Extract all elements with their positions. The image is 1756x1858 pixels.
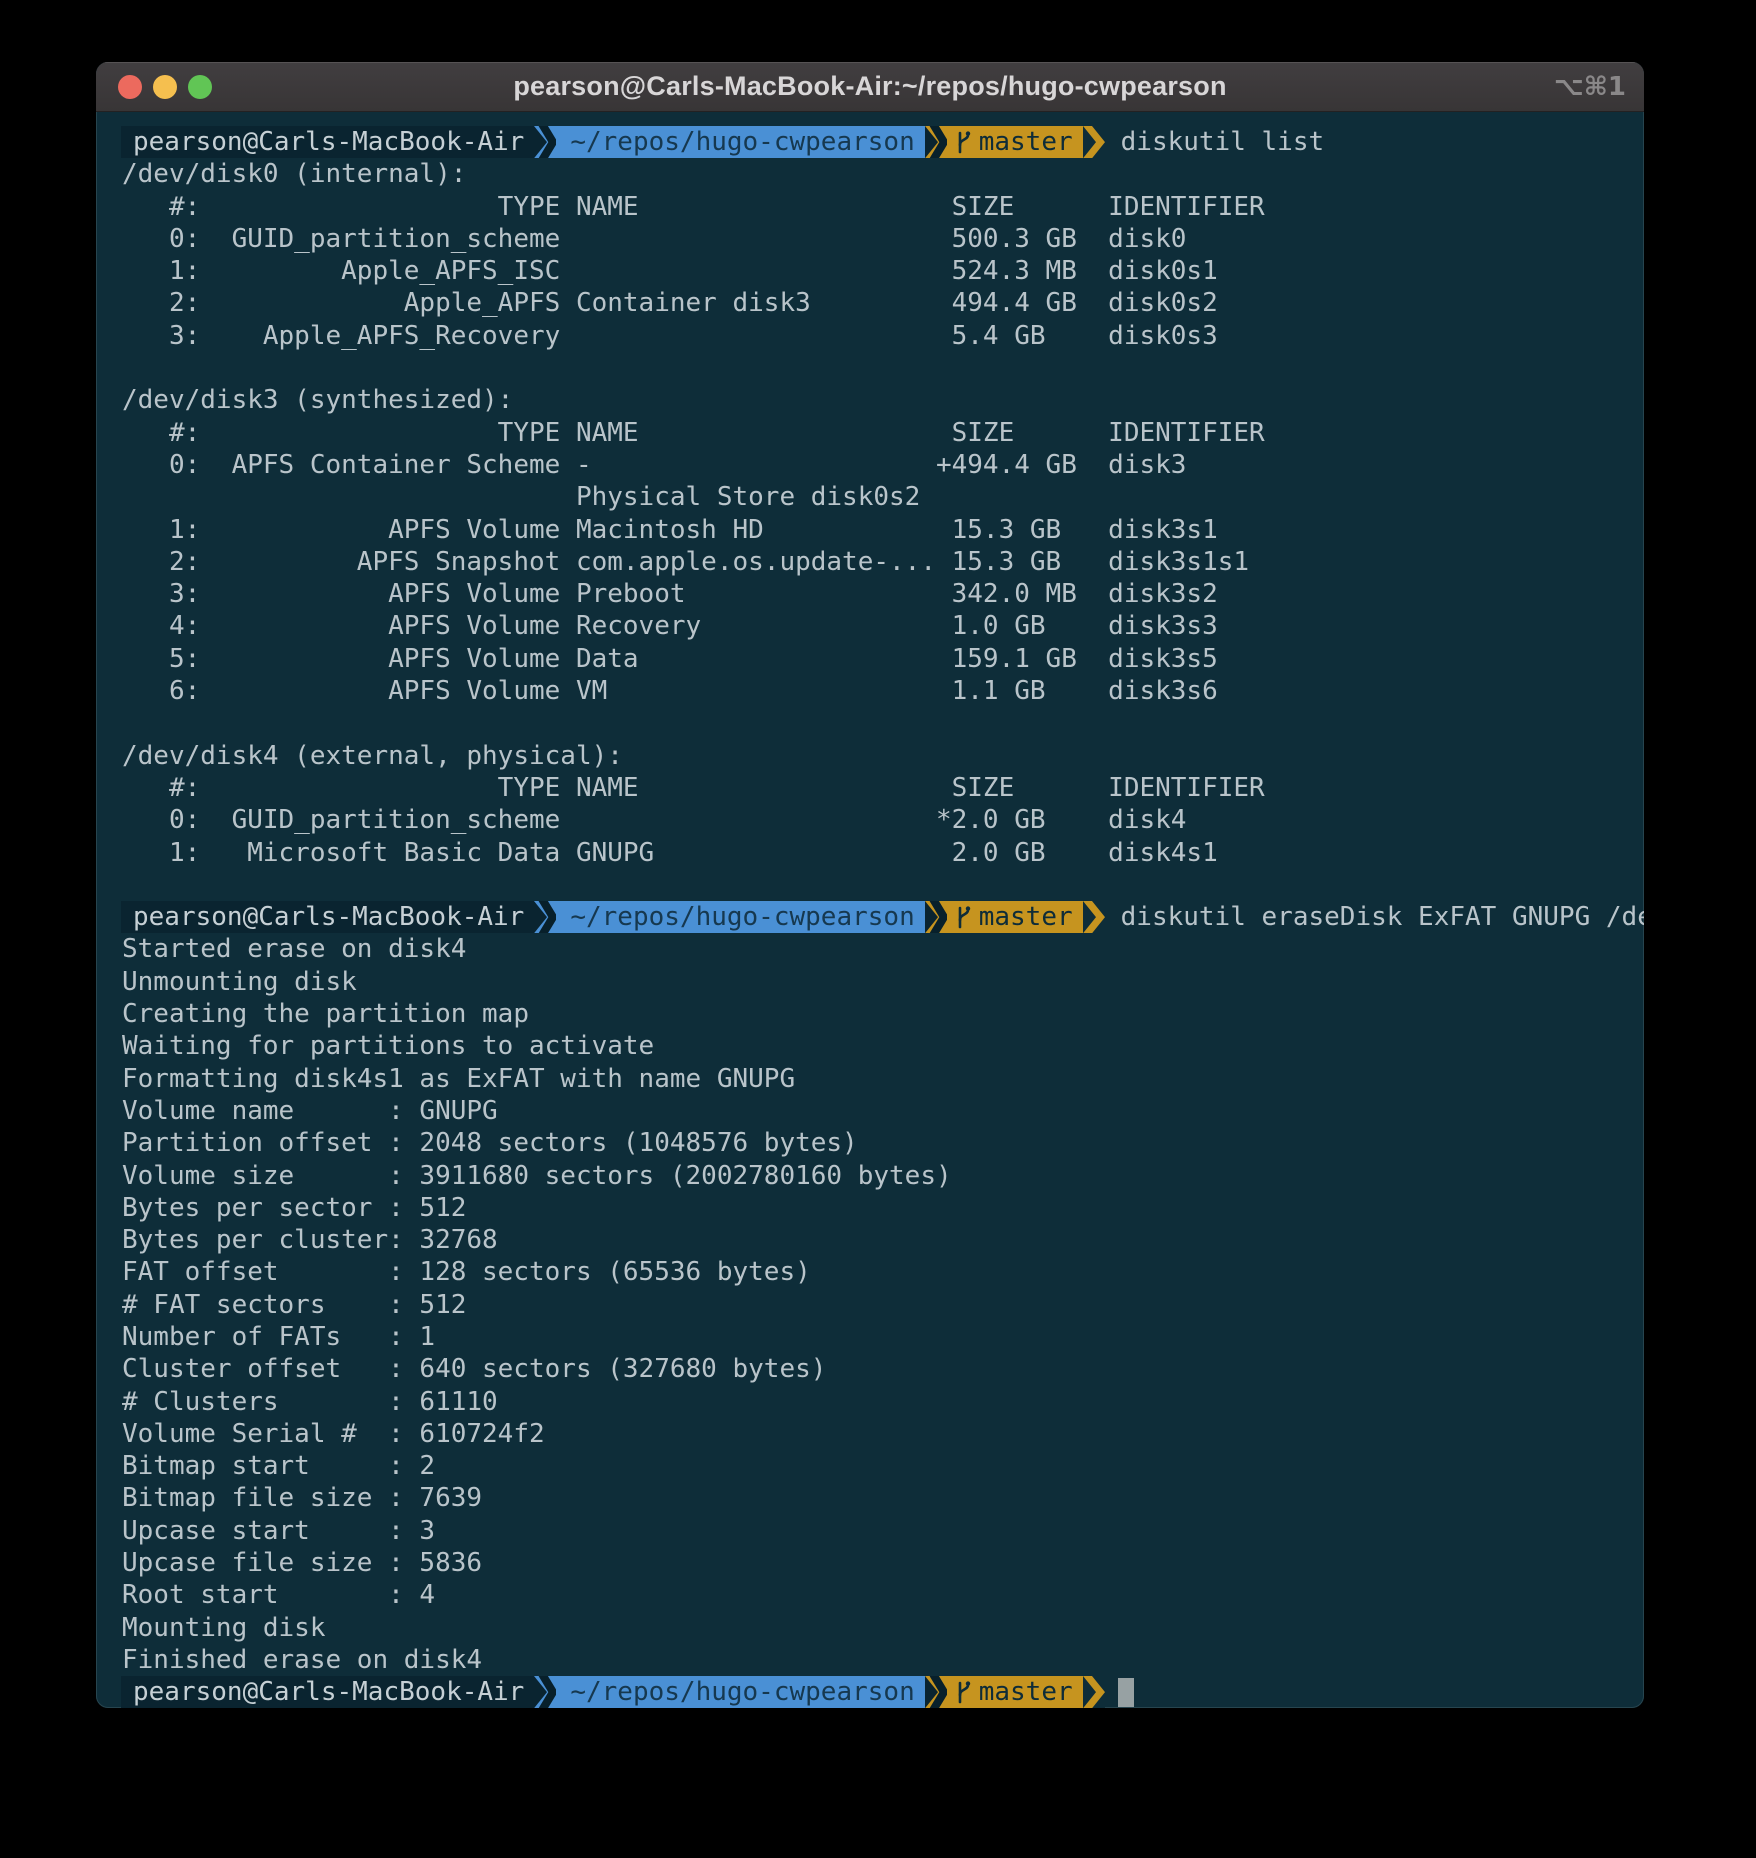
terminal-line: Volume name : GNUPG: [96, 1095, 1644, 1127]
terminal-line: Creating the partition map: [96, 998, 1644, 1030]
command-text: diskutil list: [1105, 126, 1325, 158]
terminal-line: #: TYPE NAME SIZE IDENTIFIER: [96, 191, 1644, 223]
terminal-line: 2: APFS Snapshot com.apple.os.update-...…: [96, 546, 1644, 578]
terminal-line: Waiting for partitions to activate: [96, 1030, 1644, 1062]
prompt-git-branch: master: [947, 126, 1083, 158]
terminal-window: pearson@Carls-MacBook-Air:~/repos/hugo-c…: [96, 62, 1644, 1708]
terminal-line: #: TYPE NAME SIZE IDENTIFIER: [96, 772, 1644, 804]
powerline-separator-icon: [534, 126, 556, 158]
command-text: diskutil eraseDisk ExFAT GNUPG /dev/disk…: [1105, 901, 1644, 933]
terminal-output[interactable]: pearson@Carls-MacBook-Air ~/repos/hugo-cw…: [96, 112, 1644, 1708]
powerline-separator-icon: [925, 901, 947, 933]
terminal-line: Cluster offset : 640 sectors (327680 byt…: [96, 1353, 1644, 1385]
terminal-line: Upcase start : 3: [96, 1515, 1644, 1547]
terminal-line: /dev/disk4 (external, physical):: [96, 740, 1644, 772]
prompt-line: pearson@Carls-MacBook-Air ~/repos/hugo-cw…: [96, 126, 1644, 158]
terminal-line: Formatting disk4s1 as ExFAT with name GN…: [96, 1063, 1644, 1095]
terminal-line: Partition offset : 2048 sectors (1048576…: [96, 1127, 1644, 1159]
powerline-separator-icon: [925, 1676, 947, 1708]
prompt-line: pearson@Carls-MacBook-Air ~/repos/hugo-cw…: [96, 1676, 1644, 1708]
prompt-cwd: ~/repos/hugo-cwpearson: [556, 901, 924, 933]
terminal-line: 1: Apple_APFS_ISC 524.3 MB disk0s1: [96, 255, 1644, 287]
terminal-line: Mounting disk: [96, 1612, 1644, 1644]
terminal-line: FAT offset : 128 sectors (65536 bytes): [96, 1256, 1644, 1288]
powerline-separator-icon: [1083, 1676, 1105, 1708]
prompt-cwd: ~/repos/hugo-cwpearson: [556, 126, 924, 158]
terminal-line: 3: APFS Volume Preboot 342.0 MB disk3s2: [96, 578, 1644, 610]
git-branch-label: master: [979, 1676, 1073, 1708]
terminal-line: 0: GUID_partition_scheme 500.3 GB disk0: [96, 223, 1644, 255]
terminal-line: /dev/disk0 (internal):: [96, 158, 1644, 190]
prompt-git-branch: master: [947, 1676, 1083, 1708]
terminal-line: Unmounting disk: [96, 966, 1644, 998]
git-branch-icon: [953, 904, 973, 930]
minimize-button[interactable]: [153, 75, 177, 99]
terminal-line: [96, 869, 1644, 901]
prompt-user-host: pearson@Carls-MacBook-Air: [121, 126, 534, 158]
terminal-line: Upcase file size : 5836: [96, 1547, 1644, 1579]
terminal-line: 3: Apple_APFS_Recovery 5.4 GB disk0s3: [96, 320, 1644, 352]
terminal-line: Bytes per sector : 512: [96, 1192, 1644, 1224]
window-title: pearson@Carls-MacBook-Air:~/repos/hugo-c…: [96, 71, 1644, 102]
powerline-separator-icon: [1083, 901, 1105, 933]
powerline-separator-icon: [925, 126, 947, 158]
git-branch-icon: [953, 129, 973, 155]
terminal-line: Started erase on disk4: [96, 933, 1644, 965]
terminal-line: 2: Apple_APFS Container disk3 494.4 GB d…: [96, 287, 1644, 319]
terminal-line: Bitmap file size : 7639: [96, 1482, 1644, 1514]
titlebar[interactable]: pearson@Carls-MacBook-Air:~/repos/hugo-c…: [96, 62, 1644, 112]
terminal-line: Bitmap start : 2: [96, 1450, 1644, 1482]
terminal-cursor: [1118, 1678, 1134, 1707]
terminal-line: # FAT sectors : 512: [96, 1289, 1644, 1321]
terminal-line: Physical Store disk0s2: [96, 481, 1644, 513]
tab-shortcut-hint: ⌥⌘1: [1554, 72, 1626, 102]
terminal-line: 0: GUID_partition_scheme *2.0 GB disk4: [96, 804, 1644, 836]
prompt-user-host: pearson@Carls-MacBook-Air: [121, 1676, 534, 1708]
terminal-line: Number of FATs : 1: [96, 1321, 1644, 1353]
terminal-line: [96, 707, 1644, 739]
prompt-user-host: pearson@Carls-MacBook-Air: [121, 901, 534, 933]
terminal-line: 1: APFS Volume Macintosh HD 15.3 GB disk…: [96, 514, 1644, 546]
powerline-separator-icon: [534, 901, 556, 933]
terminal-line: 6: APFS Volume VM 1.1 GB disk3s6: [96, 675, 1644, 707]
terminal-line: Volume Serial # : 610724f2: [96, 1418, 1644, 1450]
traffic-lights: [118, 75, 212, 99]
prompt-git-branch: master: [947, 901, 1083, 933]
terminal-line: Finished erase on disk4: [96, 1644, 1644, 1676]
terminal-line: 4: APFS Volume Recovery 1.0 GB disk3s3: [96, 610, 1644, 642]
zoom-button[interactable]: [188, 75, 212, 99]
terminal-line: Volume size : 3911680 sectors (200278016…: [96, 1160, 1644, 1192]
git-branch-icon: [953, 1679, 973, 1705]
terminal-line: [96, 352, 1644, 384]
prompt-line: pearson@Carls-MacBook-Air ~/repos/hugo-cw…: [96, 901, 1644, 933]
terminal-line: 1: Microsoft Basic Data GNUPG 2.0 GB dis…: [96, 837, 1644, 869]
terminal-line: # Clusters : 61110: [96, 1386, 1644, 1418]
git-branch-label: master: [979, 126, 1073, 158]
terminal-line: #: TYPE NAME SIZE IDENTIFIER: [96, 417, 1644, 449]
terminal-line: Root start : 4: [96, 1579, 1644, 1611]
git-branch-label: master: [979, 901, 1073, 933]
terminal-line: 5: APFS Volume Data 159.1 GB disk3s5: [96, 643, 1644, 675]
powerline-separator-icon: [534, 1676, 556, 1708]
terminal-line: /dev/disk3 (synthesized):: [96, 384, 1644, 416]
close-button[interactable]: [118, 75, 142, 99]
prompt-cwd: ~/repos/hugo-cwpearson: [556, 1676, 924, 1708]
powerline-separator-icon: [1083, 126, 1105, 158]
terminal-line: Bytes per cluster: 32768: [96, 1224, 1644, 1256]
terminal-line: 0: APFS Container Scheme - +494.4 GB dis…: [96, 449, 1644, 481]
